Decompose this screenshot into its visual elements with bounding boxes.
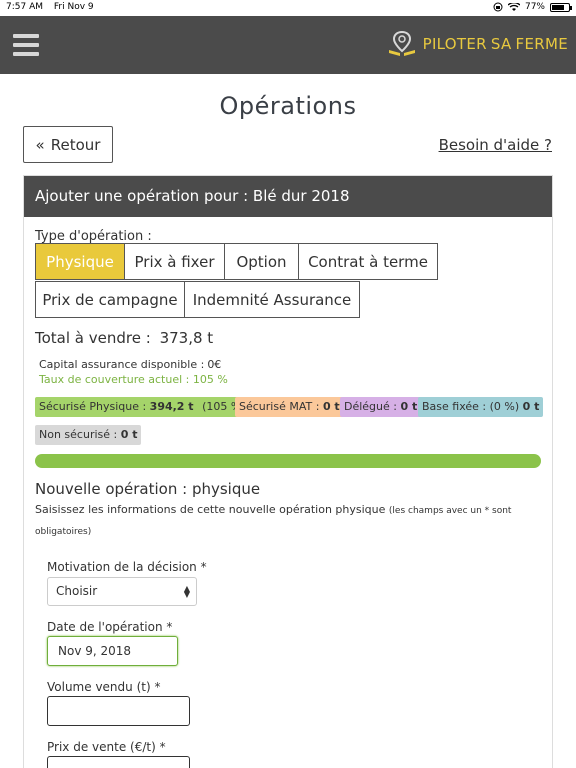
badge-value: 394,2 t	[149, 400, 194, 413]
motivation-label: Motivation de la décision *	[47, 560, 207, 574]
badge-label: Non sécurisé :	[39, 428, 118, 441]
date-label: Date de l'opération *	[47, 620, 173, 634]
tab-prix-de-campagne[interactable]: Prix de campagne	[35, 281, 185, 318]
status-badge-delegue: Délégué : 0 t	[340, 397, 422, 417]
date-value: Nov 9, 2018	[58, 644, 132, 658]
brand-part-3: FERME	[515, 35, 568, 53]
capital-label: Capital assurance disponible :	[39, 358, 205, 371]
brand-part-2: SA	[490, 35, 512, 53]
tab-contrat-a-terme[interactable]: Contrat à terme	[298, 243, 438, 280]
motivation-selected-value: Choisir	[56, 584, 98, 598]
panel-header: Ajouter une opération pour : Blé dur 201…	[24, 176, 552, 217]
form-description: Saisissez les informations de cette nouv…	[35, 500, 545, 542]
tab-physique[interactable]: Physique	[35, 243, 125, 280]
form-title: Nouvelle opération : physique	[35, 480, 261, 498]
badge-value: 0 t	[522, 400, 540, 413]
coverage-progress-bar	[35, 454, 541, 468]
wifi-icon	[507, 2, 520, 11]
total-to-sell: Total à vendre : 373,8 t	[35, 329, 213, 347]
status-badge-securise-mat: Sécurisé MAT : 0 t	[235, 397, 344, 417]
badge-label: Sécurisé MAT :	[239, 400, 320, 413]
location-pin-book-icon	[388, 30, 415, 56]
taux-value: 105 %	[192, 373, 228, 386]
app-logo: PILOTER SA FERME	[387, 30, 568, 58]
status-badge-non-securise: Non sécurisé : 0 t	[35, 425, 142, 445]
battery-icon	[550, 2, 572, 12]
volume-label: Volume vendu (t) *	[47, 680, 161, 694]
brand-part-1: PILOTER	[422, 35, 487, 53]
operation-type-label: Type d'opération :	[35, 229, 152, 244]
tab-indemnite-assurance[interactable]: Indemnité Assurance	[184, 281, 360, 318]
page-title: Opérations	[219, 92, 357, 120]
capital-assurance: Capital assurance disponible :0€	[39, 358, 221, 371]
status-bar: 7:57 AM Fri Nov 9 77%	[0, 0, 576, 16]
price-input[interactable]	[47, 756, 190, 768]
total-label: Total à vendre :	[35, 329, 151, 347]
badge-label: Délégué :	[344, 400, 397, 413]
double-chevron-left-icon: «	[35, 135, 45, 154]
volume-input[interactable]	[47, 696, 190, 726]
taux-couverture: Taux de couverture actuel : 105 %	[39, 373, 228, 386]
tab-prix-a-fixer[interactable]: Prix à fixer	[124, 243, 225, 280]
badge-value: 0 t	[322, 400, 340, 413]
select-arrows-icon: ▲ ▼	[183, 584, 190, 599]
status-time: 7:57 AM	[6, 2, 43, 12]
tab-option[interactable]: Option	[224, 243, 299, 280]
battery-percent: 77%	[524, 2, 545, 12]
help-link[interactable]: Besoin d'aide ?	[439, 136, 552, 154]
status-bar-right: 77%	[493, 2, 572, 12]
total-value: 373,8 t	[159, 329, 214, 347]
price-label: Prix de vente (€/t) *	[47, 740, 166, 754]
lock-rotation-icon	[493, 2, 503, 12]
hamburger-icon[interactable]	[13, 34, 39, 56]
badge-label: Base fixée : (0 %)	[422, 400, 520, 413]
form-description-text: Saisissez les informations de cette nouv…	[35, 503, 386, 516]
status-date: Fri Nov 9	[53, 2, 94, 12]
badge-value: 0 t	[120, 428, 138, 441]
coverage-progress-fill	[35, 454, 541, 468]
motivation-select[interactable]: Choisir ▲ ▼	[47, 577, 197, 606]
status-badge-securise-physique: Sécurisé Physique : 394,2 t (105 %)	[35, 397, 250, 417]
badge-value: 0 t	[400, 400, 418, 413]
date-input[interactable]: Nov 9, 2018	[47, 636, 178, 666]
status-badge-base-fixee: Base fixée : (0 %) 0 t	[418, 397, 544, 417]
capital-value: 0€	[207, 358, 222, 371]
brand-name: PILOTER SA FERME	[423, 35, 568, 53]
status-bar-left: 7:57 AM Fri Nov 9	[6, 2, 102, 12]
badge-label: Sécurisé Physique :	[39, 400, 147, 413]
taux-label: Taux de couverture actuel :	[39, 373, 190, 386]
back-button-label: Retour	[50, 135, 101, 154]
app-header: PILOTER SA FERME	[0, 16, 576, 74]
back-button[interactable]: « Retour	[23, 126, 113, 163]
